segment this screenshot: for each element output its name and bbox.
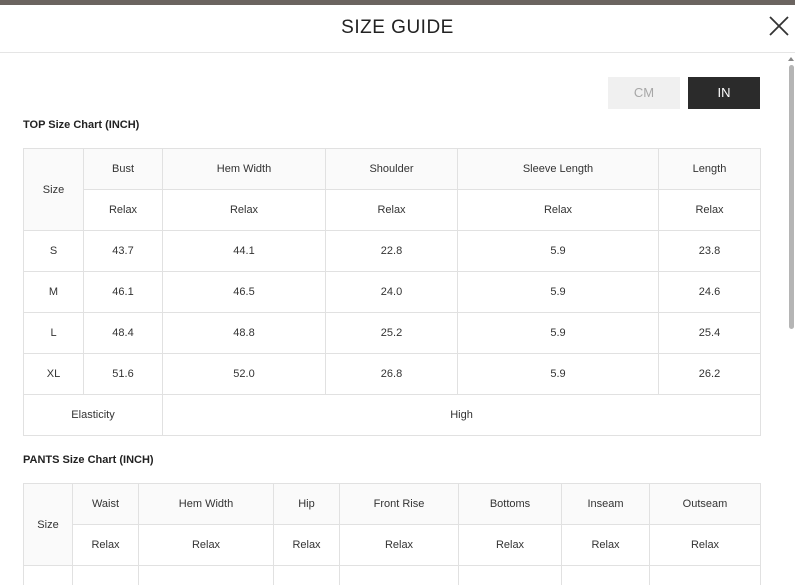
size-header: Size [23,148,84,231]
fit-cell: Relax [138,524,274,566]
modal-title: SIZE GUIDE [341,17,454,38]
fit-cell: Relax [325,189,458,231]
value-cell: 24.0 [325,271,458,313]
scroll-up-arrow-icon[interactable] [788,57,794,61]
value-cell: 44.1 [162,230,326,272]
size-guide-modal: SIZE GUIDE CM IN TOP Size Chart (INCH) S… [0,5,795,585]
fit-cell: Relax [72,524,139,566]
fit-cell: Relax [83,189,163,231]
column-header: Inseam [561,483,650,525]
top-size-table: Size Bust Hem Width Shoulder Sleeve Leng… [23,148,761,436]
column-header: Bust [83,148,163,190]
pants-size-table: Size Waist Hem Width Hip Front Rise Bott… [23,483,761,585]
close-icon [769,16,789,36]
column-header: Sleeve Length [457,148,659,190]
column-header: Waist [72,483,139,525]
value-cell: 25.2 [325,312,458,354]
size-header: Size [23,483,73,566]
table-row: XL 51.6 52.0 26.8 5.9 26.2 [23,353,761,395]
value-cell: 46.1 [83,271,163,313]
fit-cell: Relax [273,524,340,566]
fit-cell: Relax [457,189,659,231]
size-cell: XL [23,353,84,395]
value-cell: 48.8 [162,312,326,354]
value-cell: 25.4 [658,312,761,354]
column-header: Outseam [649,483,761,525]
unit-in-button[interactable]: IN [688,77,760,109]
column-header: Bottoms [458,483,562,525]
column-header: Length [658,148,761,190]
value-cell: 48.4 [83,312,163,354]
top-chart-title: TOP Size Chart (INCH) [23,119,140,131]
fit-row: Relax Relax Relax Relax Relax Relax Rela… [24,524,761,566]
value-cell: 22.8 [325,230,458,272]
value-cell: 5.9 [457,312,659,354]
value-cell: 5.9 [457,271,659,313]
column-header: Shoulder [325,148,458,190]
value-cell: 23.8 [658,230,761,272]
value-cell: 24.6 [658,271,761,313]
pants-chart-title: PANTS Size Chart (INCH) [23,454,154,466]
modal-header: SIZE GUIDE [0,5,795,53]
size-cell: L [23,312,84,354]
size-cell: M [23,271,84,313]
column-header: Front Rise [339,483,459,525]
table-header-row: Size Waist Hem Width Hip Front Rise Bott… [23,483,761,566]
value-cell: 43.7 [83,230,163,272]
fit-cell: Relax [658,189,761,231]
value-cell: 5.9 [457,353,659,395]
fit-cell: Relax [339,524,459,566]
close-button[interactable] [767,14,791,38]
table-row: M 46.1 46.5 24.0 5.9 24.6 [23,271,761,313]
table-row [23,565,761,585]
value-cell: 51.6 [83,353,163,395]
fit-cell: Relax [561,524,650,566]
table-header-row: Size Bust Hem Width Shoulder Sleeve Leng… [23,148,761,231]
elasticity-value: High [162,394,761,436]
value-cell: 5.9 [457,230,659,272]
column-header: Hem Width [162,148,326,190]
fit-row: Relax Relax Relax Relax Relax [24,189,761,231]
value-cell: 52.0 [162,353,326,395]
fit-cell: Relax [162,189,326,231]
size-cell: S [23,230,84,272]
value-cell: 26.2 [658,353,761,395]
unit-cm-button[interactable]: CM [608,77,680,109]
elasticity-label: Elasticity [23,394,163,436]
value-cell: 26.8 [325,353,458,395]
scroll-thumb[interactable] [789,65,794,329]
table-row: S 43.7 44.1 22.8 5.9 23.8 [23,230,761,272]
value-cell: 46.5 [162,271,326,313]
table-row: L 48.4 48.8 25.2 5.9 25.4 [23,312,761,354]
column-header: Hem Width [138,483,274,525]
elasticity-row: Elasticity High [23,394,761,436]
fit-cell: Relax [458,524,562,566]
scrollbar[interactable] [787,57,795,585]
fit-cell: Relax [649,524,761,566]
column-header: Hip [273,483,340,525]
